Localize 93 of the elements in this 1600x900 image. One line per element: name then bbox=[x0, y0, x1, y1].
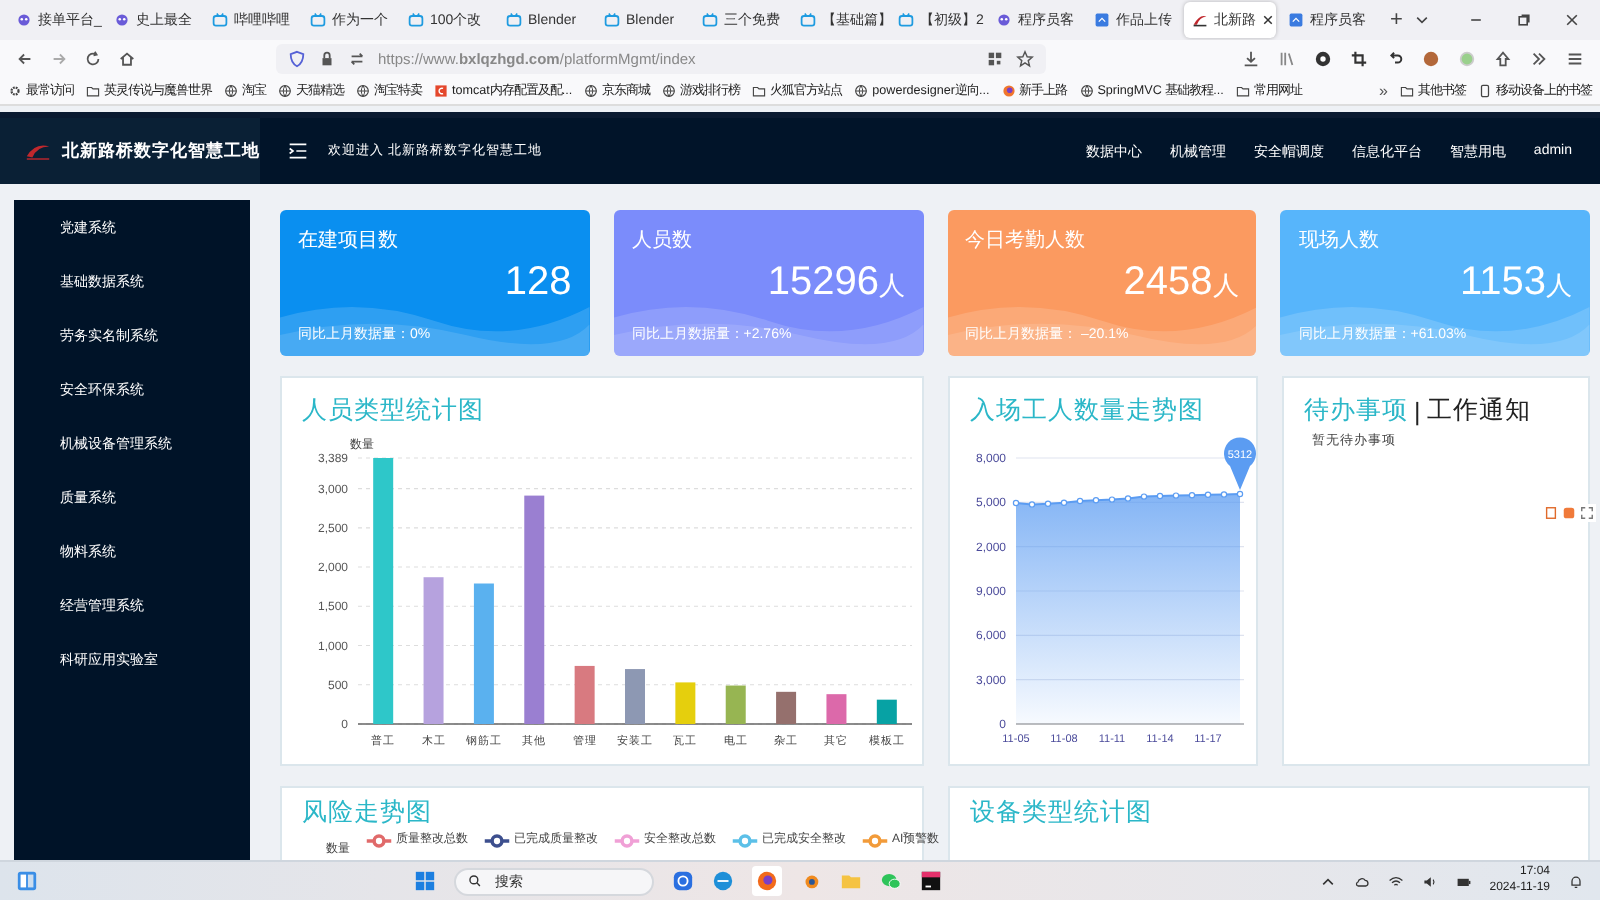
bar bbox=[473, 583, 494, 724]
document-icon bbox=[1094, 12, 1110, 28]
back-icon[interactable] bbox=[16, 49, 34, 67]
bar bbox=[574, 665, 595, 724]
card-title: 今日考勤人数 bbox=[965, 227, 1087, 254]
bar bbox=[826, 694, 847, 724]
bar bbox=[776, 691, 797, 724]
bell-icon[interactable] bbox=[1568, 873, 1584, 889]
battery-icon[interactable] bbox=[1455, 873, 1472, 889]
globe-icon bbox=[278, 83, 292, 97]
restore-icon[interactable] bbox=[1516, 12, 1532, 28]
speaker-icon[interactable] bbox=[1421, 873, 1438, 889]
close-icon[interactable] bbox=[1262, 14, 1274, 26]
globe-icon bbox=[224, 83, 238, 97]
tv-icon bbox=[702, 12, 718, 28]
tv-icon bbox=[408, 12, 424, 28]
logo-icon bbox=[1192, 12, 1208, 28]
document-icon[interactable] bbox=[1544, 506, 1558, 520]
card-title: 在建项目数 bbox=[298, 227, 400, 254]
robot-icon bbox=[996, 12, 1012, 28]
folder-icon bbox=[1235, 83, 1250, 97]
double-chevron-icon[interactable] bbox=[1530, 49, 1548, 67]
stat-value: 1153人 bbox=[1459, 262, 1572, 302]
avatar-icon[interactable] bbox=[1422, 49, 1440, 67]
folder-icon bbox=[1400, 83, 1414, 97]
star-icon[interactable] bbox=[1016, 49, 1034, 67]
chart-title: 入场工人数量走势图 bbox=[970, 394, 1204, 428]
qr-code-icon[interactable] bbox=[986, 49, 1004, 67]
chevron-down-icon[interactable] bbox=[1414, 12, 1431, 28]
widgets-icon[interactable] bbox=[16, 870, 38, 892]
fox-icon bbox=[1001, 83, 1016, 97]
tv-icon bbox=[506, 12, 522, 28]
bar bbox=[675, 682, 696, 724]
wifi-icon[interactable] bbox=[1387, 873, 1404, 889]
chart-title: 设备类型统计图 bbox=[970, 796, 1152, 830]
expand-icon[interactable] bbox=[1580, 506, 1594, 520]
extension-icon[interactable] bbox=[1314, 49, 1332, 67]
stat-value: 15296人 bbox=[767, 262, 905, 302]
separator-text: | bbox=[1414, 397, 1421, 425]
tv-icon bbox=[310, 12, 326, 28]
crop-icon[interactable] bbox=[1350, 49, 1368, 67]
share-icon[interactable] bbox=[1494, 49, 1512, 67]
reload-icon[interactable] bbox=[84, 49, 102, 67]
bar bbox=[725, 685, 746, 724]
bar bbox=[876, 699, 897, 724]
folder-icon bbox=[752, 83, 767, 97]
close-icon[interactable] bbox=[1564, 12, 1580, 28]
panel-tab[interactable]: 工作通知 bbox=[1426, 394, 1531, 428]
tv-icon bbox=[604, 12, 620, 28]
stat-value: 128 bbox=[504, 262, 572, 302]
tv-icon bbox=[898, 12, 914, 28]
chart-title: 人员类型统计图 bbox=[302, 394, 484, 428]
gear-icon bbox=[8, 83, 22, 97]
cloud-icon[interactable] bbox=[1353, 873, 1370, 889]
status-dot-icon[interactable] bbox=[1458, 49, 1476, 67]
search-icon bbox=[468, 874, 483, 888]
document-icon bbox=[1288, 12, 1304, 28]
more-bookmarks-button[interactable]: » bbox=[1379, 81, 1388, 99]
home-icon[interactable] bbox=[118, 49, 136, 67]
undo-icon[interactable] bbox=[1386, 49, 1404, 67]
app-title: 北新路桥数字化智慧工地 bbox=[62, 139, 260, 163]
globe-icon bbox=[584, 83, 599, 97]
logo-icon bbox=[24, 139, 52, 163]
card-title: 人员数 bbox=[631, 228, 694, 254]
download-icon[interactable] bbox=[1242, 49, 1260, 67]
shield-icon bbox=[288, 49, 306, 67]
robot-icon bbox=[114, 12, 130, 28]
app-icon[interactable] bbox=[672, 870, 695, 892]
globe-icon bbox=[662, 83, 677, 97]
translate-icon[interactable] bbox=[1562, 506, 1576, 520]
folder-icon bbox=[86, 83, 100, 97]
globe-icon bbox=[854, 83, 869, 97]
chart-title: 风险走势图 bbox=[302, 796, 432, 830]
globe-icon bbox=[356, 83, 370, 97]
browser-icon[interactable] bbox=[712, 870, 735, 892]
lock-icon bbox=[318, 49, 336, 67]
app-icon bbox=[434, 83, 448, 97]
swap-icon bbox=[348, 49, 366, 67]
phone-icon bbox=[1478, 83, 1492, 97]
browser-icon[interactable] bbox=[752, 866, 783, 896]
stat-value: 2458人 bbox=[1123, 262, 1239, 302]
tv-icon bbox=[212, 12, 228, 28]
robot-icon bbox=[16, 12, 32, 28]
bar bbox=[625, 669, 645, 724]
new-tab-button[interactable]: + bbox=[1378, 9, 1415, 31]
card-title: 现场人数 bbox=[1298, 228, 1381, 254]
ide-icon[interactable] bbox=[920, 870, 943, 892]
chevron-up-icon[interactable] bbox=[1319, 873, 1336, 889]
start-icon[interactable] bbox=[414, 870, 437, 892]
menu-icon[interactable] bbox=[1566, 49, 1584, 67]
globe-icon bbox=[1079, 83, 1094, 97]
library-icon[interactable] bbox=[1278, 49, 1296, 67]
tv-icon bbox=[800, 12, 816, 28]
